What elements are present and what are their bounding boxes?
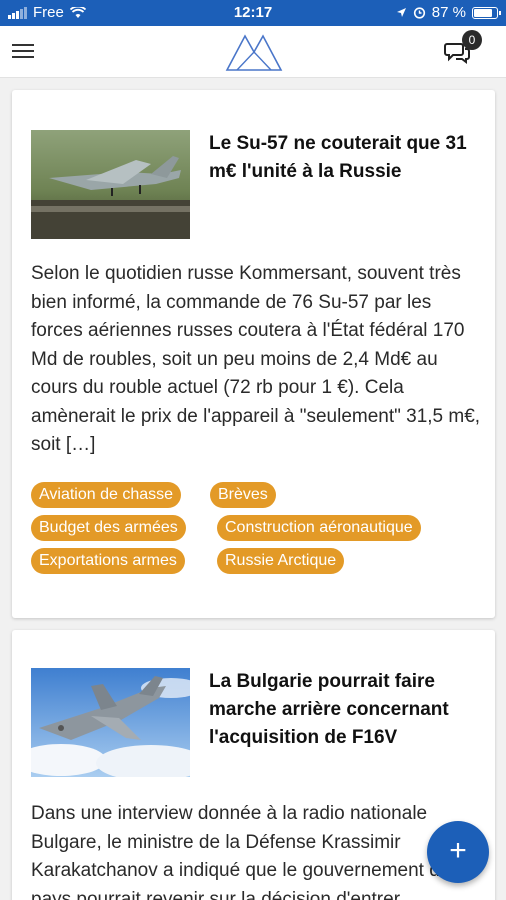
- tag-construction-aeronautique[interactable]: Construction aéronautique: [217, 515, 421, 541]
- status-bar: Free 12:17 87 %: [0, 0, 506, 26]
- article-title[interactable]: Le Su-57 ne couterait que 31 m€ l'unité …: [209, 130, 479, 186]
- add-button[interactable]: +: [427, 821, 489, 883]
- logo[interactable]: [223, 30, 283, 74]
- alarm-icon: [413, 7, 425, 19]
- menu-icon[interactable]: [12, 42, 34, 60]
- article-excerpt: Selon le quotidien russe Kommersant, sou…: [31, 263, 481, 455]
- battery-percent: 87 %: [431, 4, 466, 21]
- article-card[interactable]: La Bulgarie pourrait faire marche arrièr…: [12, 630, 495, 900]
- article-excerpt: Dans une interview donnée à la radio nat…: [31, 803, 451, 900]
- chat-count-badge[interactable]: 0: [462, 30, 482, 50]
- app-header: 0: [0, 26, 506, 78]
- article-card[interactable]: Le Su-57 ne couterait que 31 m€ l'unité …: [12, 90, 495, 618]
- tag-exportations-armes[interactable]: Exportations armes: [31, 548, 185, 574]
- article-title[interactable]: La Bulgarie pourrait faire marche arrièr…: [209, 668, 479, 752]
- battery-icon: [472, 6, 501, 19]
- article-thumbnail[interactable]: [31, 668, 190, 777]
- article-thumbnail[interactable]: [31, 130, 190, 239]
- tag-breves[interactable]: Brèves: [210, 482, 276, 508]
- status-right: 87 %: [396, 4, 501, 21]
- tag-aviation-de-chasse[interactable]: Aviation de chasse: [31, 482, 182, 508]
- location-icon: [396, 8, 406, 17]
- tag-budget-des-armees[interactable]: Budget des armées: [31, 515, 186, 541]
- tag-russie-arctique[interactable]: Russie Arctique: [217, 548, 345, 574]
